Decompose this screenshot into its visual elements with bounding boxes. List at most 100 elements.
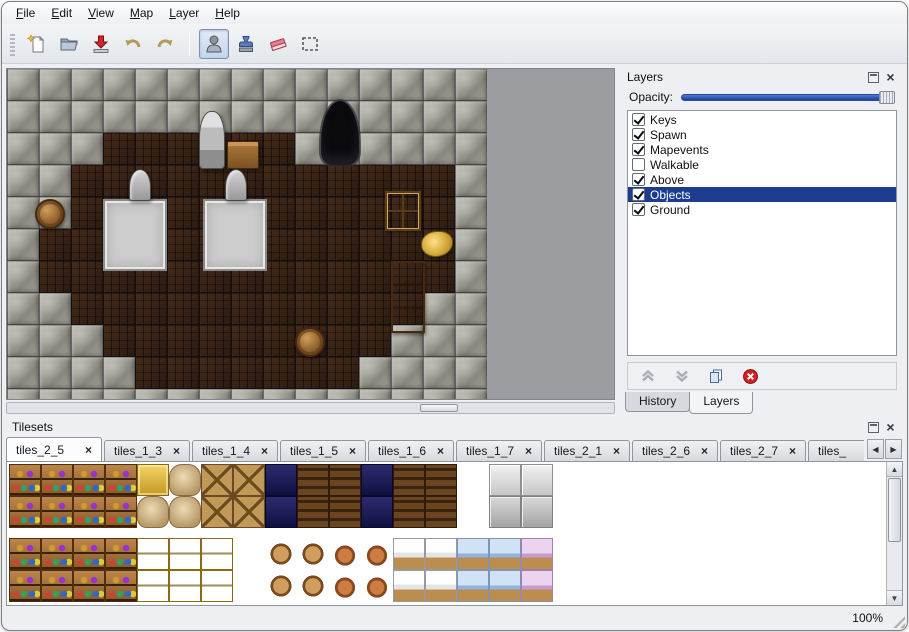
tileset-tile[interactable] bbox=[521, 570, 553, 602]
layer-row-ground[interactable]: Ground bbox=[628, 202, 896, 217]
tileset-tile[interactable] bbox=[297, 570, 329, 602]
tileset-tile[interactable] bbox=[105, 538, 137, 570]
tileset-tile[interactable] bbox=[393, 570, 425, 602]
tileset-tile[interactable] bbox=[9, 538, 41, 570]
tileset-tile[interactable] bbox=[169, 538, 201, 570]
menu-help[interactable]: Help bbox=[207, 4, 248, 22]
tab-close-icon[interactable]: × bbox=[525, 446, 532, 456]
opacity-slider-handle[interactable] bbox=[879, 91, 895, 104]
tab-scroll-left-button[interactable]: ◀ bbox=[867, 439, 884, 459]
tileset-tile[interactable] bbox=[41, 464, 73, 496]
layer-row-mapevents[interactable]: Mapevents bbox=[628, 142, 896, 157]
layer-row-spawn[interactable]: Spawn bbox=[628, 127, 896, 142]
redo-button[interactable] bbox=[150, 29, 180, 59]
eraser-tool-button[interactable] bbox=[263, 29, 293, 59]
tileset-tile[interactable] bbox=[489, 570, 521, 602]
tileset-tile[interactable] bbox=[41, 496, 73, 528]
tileset-tile[interactable] bbox=[361, 496, 393, 528]
dock-close-icon[interactable]: × bbox=[884, 71, 897, 84]
undo-button[interactable] bbox=[118, 29, 148, 59]
tileset-tile[interactable] bbox=[489, 464, 521, 496]
tileset-tile[interactable] bbox=[169, 496, 201, 528]
tileset-vscrollbar[interactable]: ▲ ▼ bbox=[886, 462, 902, 605]
tileset-tile[interactable] bbox=[233, 570, 265, 602]
tileset-tab-tiles_1_7[interactable]: tiles_1_7× bbox=[456, 440, 542, 461]
tileset-tab-tiles_[interactable]: tiles_× bbox=[808, 440, 864, 461]
layer-visibility-checkbox[interactable] bbox=[632, 128, 645, 141]
tileset-tile[interactable] bbox=[425, 496, 457, 528]
tab-close-icon[interactable]: × bbox=[261, 446, 268, 456]
tileset-tile[interactable] bbox=[425, 538, 457, 570]
tileset-tile[interactable] bbox=[105, 570, 137, 602]
tileset-tab-tiles_1_3[interactable]: tiles_1_3× bbox=[104, 440, 190, 461]
dock-float-icon[interactable] bbox=[868, 72, 879, 83]
tileset-tab-tiles_1_5[interactable]: tiles_1_5× bbox=[280, 440, 366, 461]
dock-close-icon[interactable]: × bbox=[884, 421, 897, 434]
tileset-tile[interactable] bbox=[201, 464, 233, 496]
tileset-tile[interactable] bbox=[425, 570, 457, 602]
tileset-tile[interactable] bbox=[201, 570, 233, 602]
tileset-tile[interactable] bbox=[169, 570, 201, 602]
tileset-tab-tiles_2_7[interactable]: tiles_2_7× bbox=[720, 440, 806, 461]
dock-tab-history[interactable]: History bbox=[625, 392, 690, 412]
tileset-tile[interactable] bbox=[521, 464, 553, 496]
tab-close-icon[interactable]: × bbox=[437, 446, 444, 456]
tileset-tile[interactable] bbox=[457, 496, 489, 528]
layer-row-keys[interactable]: Keys bbox=[628, 112, 896, 127]
tileset-tile[interactable] bbox=[265, 496, 297, 528]
tileset-tile[interactable] bbox=[265, 538, 297, 570]
tileset-tile[interactable] bbox=[9, 570, 41, 602]
tileset-tile[interactable] bbox=[393, 538, 425, 570]
tileset-tile[interactable] bbox=[297, 496, 329, 528]
layer-row-above[interactable]: Above bbox=[628, 172, 896, 187]
tab-close-icon[interactable]: × bbox=[789, 446, 796, 456]
menu-layer[interactable]: Layer bbox=[161, 4, 207, 22]
tab-close-icon[interactable]: × bbox=[349, 446, 356, 456]
tileset-tab-tiles_1_4[interactable]: tiles_1_4× bbox=[192, 440, 278, 461]
tileset-tile[interactable] bbox=[137, 464, 169, 496]
tileset-tab-tiles_1_6[interactable]: tiles_1_6× bbox=[368, 440, 454, 461]
open-button[interactable] bbox=[54, 29, 84, 59]
tileset-tile[interactable] bbox=[233, 538, 265, 570]
layer-visibility-checkbox[interactable] bbox=[632, 113, 645, 126]
tileset-tile[interactable] bbox=[457, 538, 489, 570]
layer-move-down-button[interactable] bbox=[672, 366, 692, 386]
select-tool-button[interactable] bbox=[295, 29, 325, 59]
tileset-tile[interactable] bbox=[137, 496, 169, 528]
tileset-tile[interactable] bbox=[425, 464, 457, 496]
tileset-tile[interactable] bbox=[297, 538, 329, 570]
tileset-tile[interactable] bbox=[169, 464, 201, 496]
layer-visibility-checkbox[interactable] bbox=[632, 143, 645, 156]
layer-delete-button[interactable] bbox=[740, 366, 760, 386]
tileset-tile[interactable] bbox=[329, 570, 361, 602]
tileset-tab-tiles_2_6[interactable]: tiles_2_6× bbox=[632, 440, 718, 461]
tileset-tile[interactable] bbox=[73, 538, 105, 570]
map-viewport[interactable] bbox=[6, 68, 615, 400]
tileset-tile[interactable] bbox=[489, 496, 521, 528]
menu-file[interactable]: File bbox=[8, 4, 43, 22]
layer-visibility-checkbox[interactable] bbox=[632, 173, 645, 186]
layer-visibility-checkbox[interactable] bbox=[632, 158, 645, 171]
tab-scroll-right-button[interactable]: ▶ bbox=[885, 439, 902, 459]
player-tool-button[interactable] bbox=[199, 29, 229, 59]
resize-grip-icon[interactable] bbox=[890, 613, 905, 628]
tileset-tile[interactable] bbox=[361, 538, 393, 570]
layer-row-walkable[interactable]: Walkable bbox=[628, 157, 896, 172]
dock-tab-layers[interactable]: Layers bbox=[689, 392, 753, 414]
tileset-vscrollbar-thumb[interactable] bbox=[888, 478, 901, 542]
tileset-tiles[interactable] bbox=[7, 462, 886, 605]
tileset-tile[interactable] bbox=[9, 464, 41, 496]
menu-edit[interactable]: Edit bbox=[43, 4, 80, 22]
layer-row-objects[interactable]: Objects bbox=[628, 187, 896, 202]
tileset-tile[interactable] bbox=[329, 496, 361, 528]
map-hscrollbar[interactable] bbox=[6, 402, 615, 414]
new-button[interactable] bbox=[22, 29, 52, 59]
tileset-tile[interactable] bbox=[489, 538, 521, 570]
tileset-tile[interactable] bbox=[457, 570, 489, 602]
tileset-tile[interactable] bbox=[73, 496, 105, 528]
menu-view[interactable]: View bbox=[80, 4, 122, 22]
tileset-tile[interactable] bbox=[73, 464, 105, 496]
layer-visibility-checkbox[interactable] bbox=[632, 203, 645, 216]
tileset-tile[interactable] bbox=[105, 464, 137, 496]
tileset-tile[interactable] bbox=[329, 464, 361, 496]
